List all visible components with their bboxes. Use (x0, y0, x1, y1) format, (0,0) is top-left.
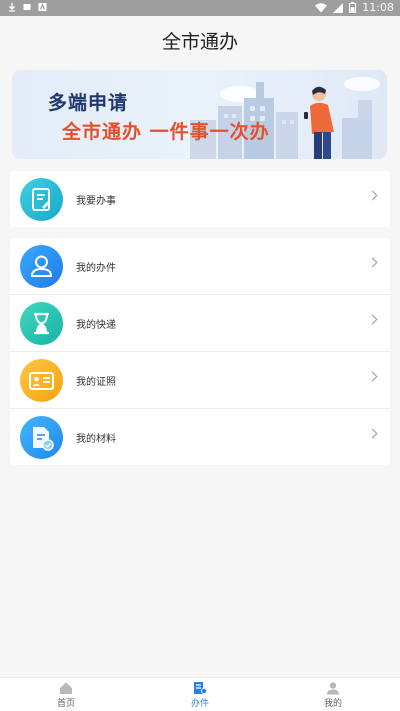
chevron-right-icon (367, 314, 378, 325)
home-icon (60, 682, 72, 694)
status-time: 11:08 (362, 1, 394, 14)
download-icon (9, 3, 15, 12)
user-icon (30, 255, 53, 277)
materials-icon-bg (20, 416, 63, 459)
tab-handle[interactable]: 办件 (170, 681, 230, 709)
menu-item-my-express[interactable]: 我的快递 (10, 295, 390, 352)
menu-item-my-materials[interactable]: 我的材料 (10, 409, 390, 465)
express-icon-bg (20, 302, 63, 345)
service-icon-bg (20, 178, 63, 221)
menu-item-label: 我要办事 (76, 196, 116, 207)
page-title: 全市通办 (161, 30, 238, 53)
wifi-icon (315, 2, 328, 12)
chevron-right-icon (367, 190, 378, 201)
tab-label: 我的 (323, 699, 342, 709)
tab-home[interactable]: 首页 (36, 681, 96, 709)
document-check-icon (33, 427, 54, 451)
bottom-tab-bar: 首页 办件 我的 (0, 677, 400, 711)
status-bar: 11:08 (0, 0, 400, 16)
hourglass-icon (34, 312, 49, 335)
chevron-right-icon (367, 428, 378, 439)
app-bar: 全市通办 (0, 16, 400, 64)
tab-label: 办件 (190, 699, 209, 709)
menu-item-label: 我的办件 (76, 263, 116, 274)
signal-icon (333, 2, 344, 13)
service-card: 我要办事 (10, 171, 390, 227)
menu-item-label: 我的快递 (76, 320, 116, 331)
battery-icon (349, 2, 357, 13)
profile-icon (327, 682, 339, 695)
menu-item-my-licenses[interactable]: 我的证照 (10, 352, 390, 409)
menu-item-apply-service[interactable]: 我要办事 (10, 171, 390, 227)
tab-label: 首页 (56, 699, 75, 709)
licenses-icon-bg (20, 359, 63, 402)
edit-document-icon (32, 188, 50, 211)
promo-banner[interactable]: 多端申请 全市通办 一件事一次办 (12, 70, 387, 159)
id-card-icon (29, 372, 54, 390)
message-icon (23, 4, 31, 10)
chevron-right-icon (367, 371, 378, 382)
cases-icon-bg (20, 245, 63, 288)
menu-item-my-cases[interactable]: 我的办件 (10, 238, 390, 295)
banner-slogan: 全市通办 一件事一次办 (62, 121, 270, 143)
app-notification-icon (38, 2, 47, 11)
menu-item-label: 我的材料 (76, 434, 116, 445)
menu-item-label: 我的证照 (76, 377, 116, 388)
my-items-card: 我的办件 我的快递 我的证照 我的材料 (10, 238, 390, 465)
tab-mine[interactable]: 我的 (303, 681, 363, 709)
chevron-right-icon (367, 257, 378, 268)
handle-icon (194, 682, 207, 694)
banner-headline: 多端申请 (48, 92, 129, 114)
